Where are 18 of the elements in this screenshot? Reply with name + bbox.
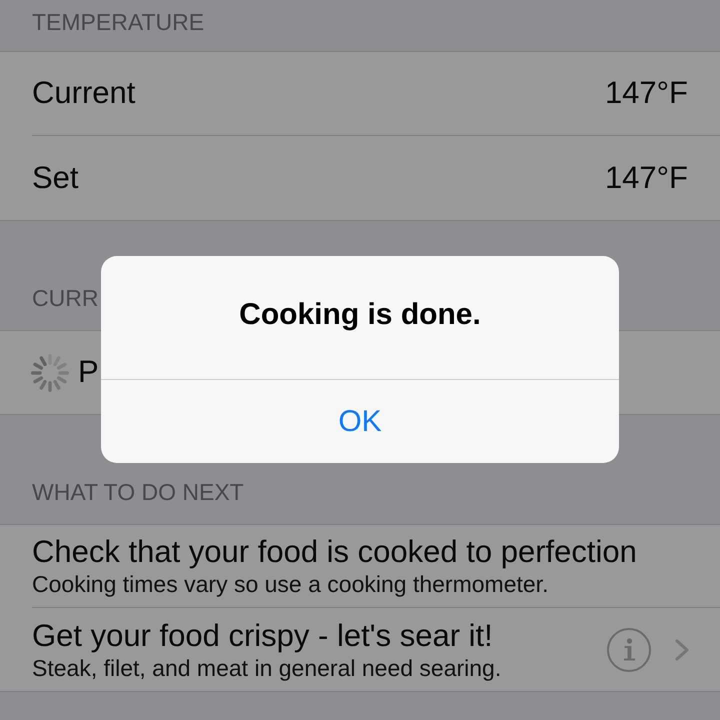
row-title: Check that your food is cooked to perfection (32, 534, 638, 570)
row-label: Current (32, 74, 136, 112)
row-subtitle: Cooking times vary so use a cooking thermometer. (32, 570, 550, 598)
list-row[interactable]: Get your food crispy - let's sear it! Steak, filet, and meat in general need searing. (0, 608, 720, 691)
section-header: WHAT TO DO NEXT (32, 478, 244, 506)
row-label: Set (32, 158, 79, 197)
row-title: Get your food crispy - let's sear it! (32, 618, 494, 654)
spinner-icon (31, 354, 69, 392)
list-row[interactable]: Check that your food is cooked to perfection Cooking times vary so use a cooking thermometer. (0, 525, 720, 608)
alert-title: Cooking is done. (239, 297, 481, 333)
section-header: TEMPERATURE (32, 8, 204, 38)
row-value: 147°F (604, 158, 688, 197)
info-icon[interactable] (607, 628, 651, 672)
alert-button[interactable]: OK (101, 379, 619, 463)
section-header: CURR (32, 284, 98, 312)
row-label: P (78, 353, 99, 392)
row-subtitle: Steak, filet, and meat in general need searing. (32, 654, 502, 682)
row-value: 147°F (604, 74, 688, 112)
